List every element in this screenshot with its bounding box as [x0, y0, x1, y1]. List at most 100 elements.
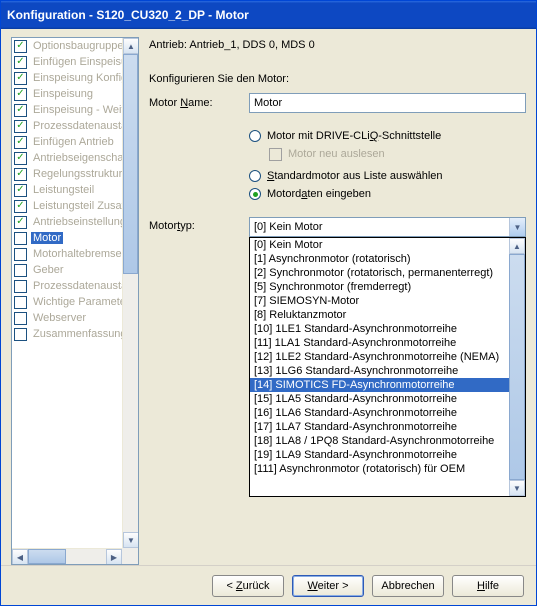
motortyp-dropdown[interactable]: [0] Kein Motor[1] Asynchronmotor (rotato… [249, 237, 526, 497]
wizard-step-item: Antriebseinstellung [12, 214, 122, 230]
window-title: Konfiguration - S120_CU320_2_DP - Motor [7, 8, 532, 22]
checkbox-icon [14, 88, 27, 101]
wizard-step-item: Antriebseigenschaf [12, 150, 122, 166]
motor-name-row: Motor Name: [149, 93, 526, 113]
radio-icon [249, 188, 261, 200]
dropdown-option[interactable]: [13] 1LG6 Standard-Asynchronmotorreihe [250, 364, 509, 378]
wizard-step-item: Leistungsteil Zusatz [12, 198, 122, 214]
step-label: Webserver [31, 312, 88, 324]
radio-standardmotor[interactable]: Standardmotor aus Liste auswählen [249, 167, 526, 185]
step-label: Motorhaltebremse [31, 248, 122, 260]
titlebar[interactable]: Konfiguration - S120_CU320_2_DP - Motor [1, 1, 536, 29]
step-label: Einfügen Antrieb [31, 136, 116, 148]
scroll-right-icon[interactable]: ▶ [106, 549, 122, 565]
motortyp-value: [0] Kein Motor [250, 221, 509, 233]
dropdown-option[interactable]: [18] 1LA8 / 1PQ8 Standard-Asynchronmotor… [250, 434, 509, 448]
dropdown-option[interactable]: [17] 1LA7 Standard-Asynchronmotorreihe [250, 420, 509, 434]
dropdown-option[interactable]: [1] Asynchronmotor (rotatorisch) [250, 252, 509, 266]
checkbox-icon [14, 264, 27, 277]
scroll-thumb[interactable] [123, 54, 138, 274]
step-label: Leistungsteil [31, 184, 96, 196]
scroll-down-icon[interactable]: ▼ [123, 532, 139, 548]
checkbox-icon [14, 312, 27, 325]
dropdown-option[interactable]: [2] Synchronmotor (rotatorisch, permanen… [250, 266, 509, 280]
checkbox-icon [14, 328, 27, 341]
steps-horizontal-scrollbar[interactable]: ◀ ▶ [12, 548, 122, 564]
scroll-thumb[interactable] [509, 254, 525, 480]
checkbox-icon [14, 40, 27, 53]
dropdown-option[interactable]: [0] Kein Motor [250, 238, 509, 252]
step-label: Wichtige Parameter [31, 296, 122, 308]
step-label: Leistungsteil Zusatz [31, 200, 122, 212]
wizard-step-item: Geber [12, 262, 122, 278]
checkbox-icon [14, 168, 27, 181]
dropdown-option[interactable]: [8] Reluktanzmotor [250, 308, 509, 322]
step-label: Prozessdatenausta [31, 280, 122, 292]
checkbox-icon [14, 56, 27, 69]
checkbox-icon [14, 72, 27, 85]
wizard-step-item: Prozessdatenausta [12, 118, 122, 134]
config-panel: Antrieb: Antrieb_1, DDS 0, MDS 0 Konfigu… [149, 37, 526, 565]
motortyp-label: Motortyp: [149, 217, 249, 232]
checkbox-icon [14, 280, 27, 293]
step-label: Einspeisung - Weite [31, 104, 122, 116]
wizard-steps-panel: Optionsbaugruppe Einfügen Einspeisu Einspe… [11, 37, 139, 565]
checkbox-icon [14, 296, 27, 309]
dropdown-option[interactable]: [12] 1LE2 Standard-Asynchronmotorreihe (… [250, 350, 509, 364]
chevron-down-icon[interactable]: ▼ [509, 218, 525, 236]
radio-motordaten-eingeben[interactable]: Motordaten eingeben [249, 185, 526, 203]
scroll-up-icon[interactable]: ▲ [509, 238, 525, 254]
motor-name-input[interactable] [249, 93, 526, 113]
cancel-button[interactable]: Abbrechen [372, 575, 444, 597]
wizard-step-item: Webserver [12, 310, 122, 326]
wizard-step-item: Einspeisung Konfig [12, 70, 122, 86]
step-label: Einfügen Einspeisu [31, 56, 122, 68]
scroll-left-icon[interactable]: ◀ [12, 549, 28, 565]
steps-vertical-scrollbar[interactable]: ▲ ▼ [122, 38, 138, 548]
dropdown-option[interactable]: [7] SIEMOSYN-Motor [250, 294, 509, 308]
dropdown-option[interactable]: [111] Asynchronmotor (rotatorisch) für O… [250, 462, 509, 476]
dropdown-option[interactable]: [10] 1LE1 Standard-Asynchronmotorreihe [250, 322, 509, 336]
radio-drive-cliq[interactable]: Motor mit DRIVE-CLiQ-Schnittstelle [249, 127, 526, 145]
wizard-step-item: Einfügen Einspeisu [12, 54, 122, 70]
wizard-step-item: Einfügen Antrieb [12, 134, 122, 150]
dropdown-option[interactable]: [5] Synchronmotor (fremderregt) [250, 280, 509, 294]
wizard-step-item: Einspeisung - Weite [12, 102, 122, 118]
wizard-step-item: Prozessdatenausta [12, 278, 122, 294]
step-label: Motor [31, 232, 63, 244]
steps-listbox[interactable]: Optionsbaugruppe Einfügen Einspeisu Einspe… [11, 37, 139, 565]
checkbox-icon [14, 184, 27, 197]
step-label: Geber [31, 264, 66, 276]
dropdown-option[interactable]: [14] SIMOTICS FD-Asynchronmotorreihe [250, 378, 509, 392]
motor-source-radios: Motor mit DRIVE-CLiQ-Schnittstelle Motor… [249, 127, 526, 203]
dropdown-option[interactable]: [15] 1LA5 Standard-Asynchronmotorreihe [250, 392, 509, 406]
scroll-up-icon[interactable]: ▲ [123, 38, 139, 54]
dropdown-scrollbar[interactable]: ▲ ▼ [509, 238, 525, 496]
wizard-step-item: Wichtige Parameter [12, 294, 122, 310]
section-label: Konfigurieren Sie den Motor: [149, 73, 526, 85]
step-label: Einspeisung [31, 88, 95, 100]
back-button[interactable]: < Zurück [212, 575, 284, 597]
checkbox-icon [14, 136, 27, 149]
motor-name-label: Motor Name: [149, 97, 249, 109]
help-button[interactable]: Hilfe [452, 575, 524, 597]
checkbox-icon [14, 120, 27, 133]
scroll-thumb[interactable] [28, 549, 66, 564]
step-label: Prozessdatenausta [31, 120, 122, 132]
wizard-footer: < Zurück Weiter > Abbrechen Hilfe [1, 565, 536, 605]
wizard-step-item: Einspeisung [12, 86, 122, 102]
step-label: Optionsbaugruppe [31, 40, 122, 52]
checkbox-icon [14, 152, 27, 165]
motortyp-combobox[interactable]: [0] Kein Motor ▼ [249, 217, 526, 237]
dropdown-option[interactable]: [11] 1LA1 Standard-Asynchronmotorreihe [250, 336, 509, 350]
checkbox-icon [14, 216, 27, 229]
checkbox-icon [14, 232, 27, 245]
checkbox-icon [14, 248, 27, 261]
scroll-down-icon[interactable]: ▼ [509, 480, 525, 496]
wizard-step-item[interactable]: Motor [12, 230, 122, 246]
dropdown-option[interactable]: [19] 1LA9 Standard-Asynchronmotorreihe [250, 448, 509, 462]
step-label: Antriebseinstellung [31, 216, 122, 228]
next-button[interactable]: Weiter > [292, 575, 364, 597]
dropdown-option[interactable]: [16] 1LA6 Standard-Asynchronmotorreihe [250, 406, 509, 420]
step-label: Regelungsstruktur [31, 168, 122, 180]
